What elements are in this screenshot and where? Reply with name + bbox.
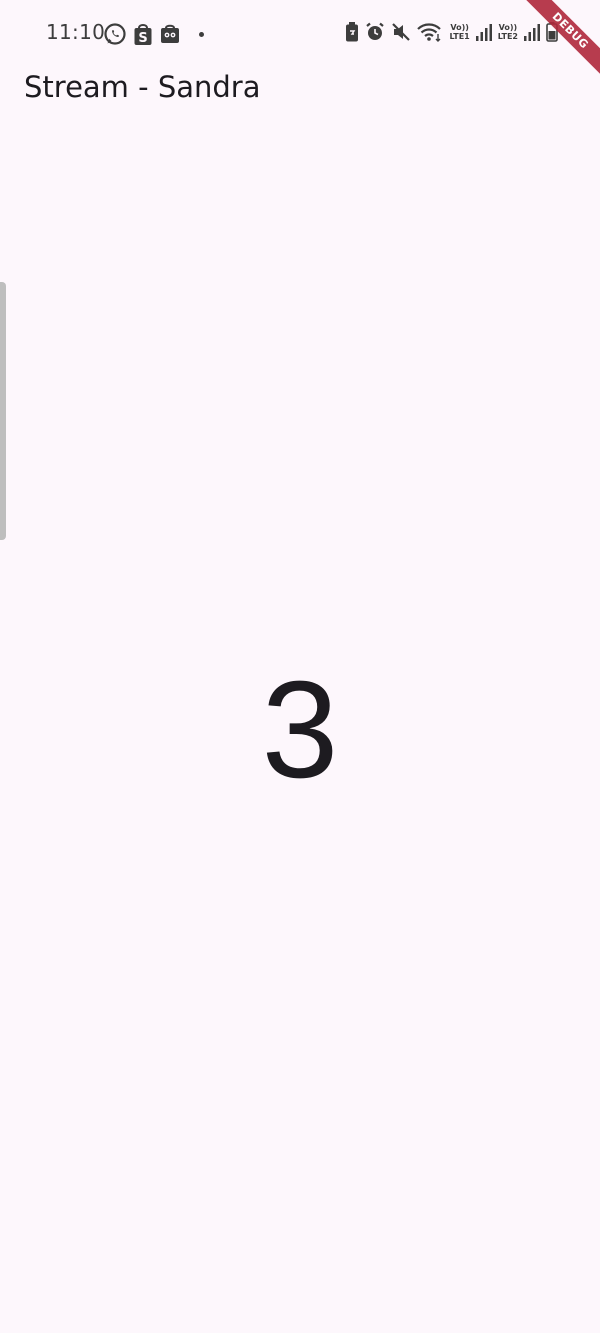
counter-value: 3 <box>261 653 339 807</box>
lte2-label: LTE2 <box>497 32 518 41</box>
system-icons: Vo)) LTE1 Vo)) LTE2 <box>345 22 558 42</box>
mute-icon <box>391 22 411 42</box>
notification-icons: S <box>103 22 204 46</box>
whatsapp-icon <box>103 22 127 46</box>
battery-saver-icon <box>345 22 359 42</box>
battery-icon <box>546 22 558 42</box>
wifi-icon <box>417 22 443 42</box>
signal-1-icon <box>475 23 492 41</box>
alarm-icon <box>365 22 385 42</box>
page-title: Stream - Sandra <box>24 70 261 104</box>
lte2-indicator: Vo)) LTE2 <box>498 23 518 41</box>
status-bar: 11:10 S Vo)) LTE1 Vo)) LTE2 <box>0 0 600 68</box>
lte1-indicator: Vo)) LTE1 <box>449 23 469 41</box>
lte1-label: LTE1 <box>449 32 470 41</box>
lte2-volte: Vo)) <box>498 23 518 32</box>
status-time: 11:10 <box>46 20 106 44</box>
shopee-icon: S <box>133 22 153 46</box>
edge-panel-handle[interactable] <box>0 282 6 540</box>
more-notifications-dot <box>199 31 204 37</box>
app-bar: Stream - Sandra <box>0 68 600 112</box>
bag-icon <box>159 23 181 45</box>
signal-2-icon <box>524 23 540 41</box>
lte1-volte: Vo)) <box>450 23 469 32</box>
svg-text:S: S <box>138 31 147 46</box>
